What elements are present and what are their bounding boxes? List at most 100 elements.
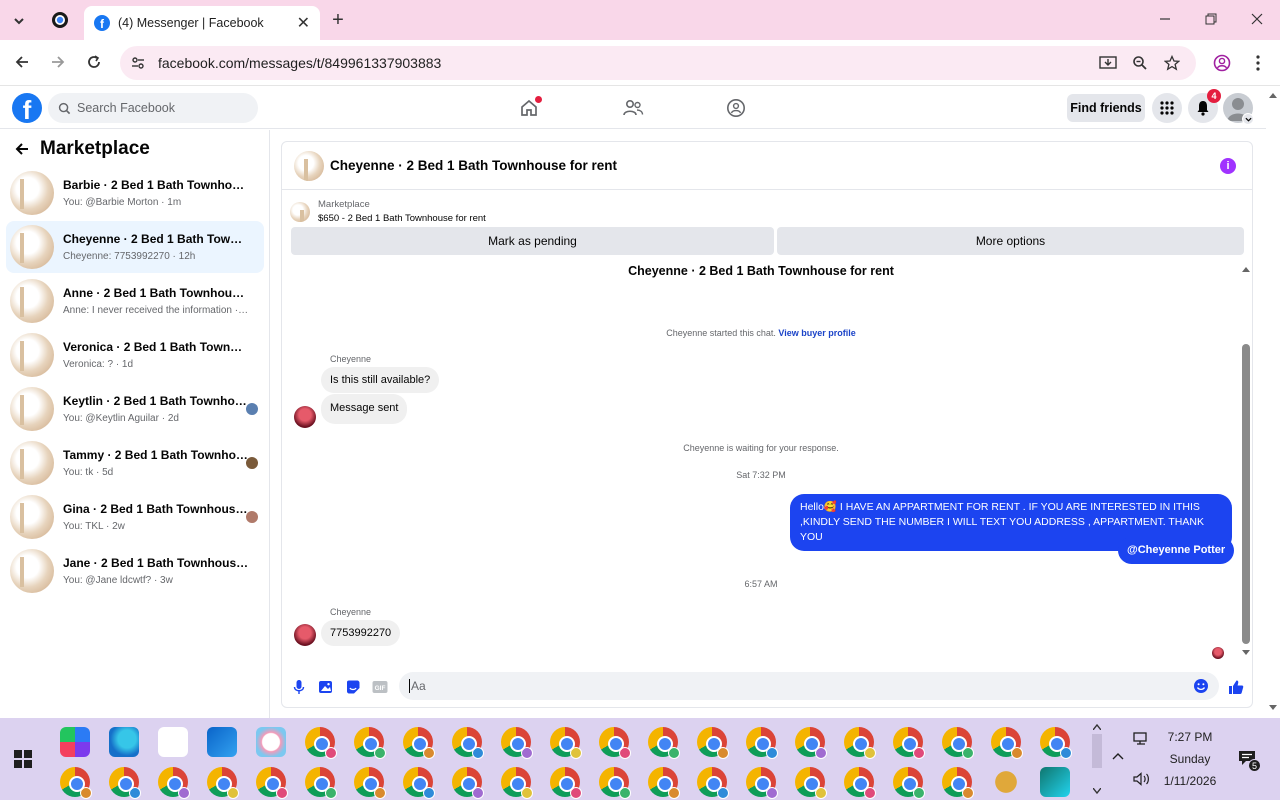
conversation-item[interactable]: Veronica · 2 Bed 1 Bath Townhouse... Vero… [6,329,264,381]
site-settings-icon[interactable] [130,55,148,71]
sticker-icon[interactable] [344,678,362,696]
gif-icon[interactable]: GIF [371,678,389,696]
back-arrow-icon[interactable] [14,141,30,157]
zoom-icon[interactable] [1130,53,1150,73]
volume-icon[interactable] [1133,772,1151,786]
forward-icon[interactable] [48,52,68,72]
minimize-icon[interactable] [1156,10,1174,28]
chrome-profile-app-icon[interactable] [991,727,1023,759]
copilot-app-icon[interactable] [60,727,90,757]
window-close-icon[interactable] [1248,10,1266,28]
chrome-profile-app-icon[interactable] [893,727,925,759]
chrome-profile-app-icon[interactable] [305,767,337,799]
friends-icon[interactable] [620,95,646,121]
outlook-app-icon[interactable] [207,727,237,757]
chat-header-name[interactable]: Cheyenne · 2 Bed 1 Bath Townhouse for re… [330,158,617,173]
chrome-profile-app-icon[interactable] [256,767,288,799]
conversation-item[interactable]: Tammy · 2 Bed 1 Bath Townhouse... You: tk… [6,437,264,489]
conversation-item[interactable]: Barbie · 2 Bed 1 Bath Townhouse f... You:… [6,167,264,219]
scroll-down-icon[interactable] [1242,650,1250,656]
network-icon[interactable] [1133,732,1149,746]
sender-avatar[interactable] [294,624,316,646]
more-options-button[interactable]: More options [777,227,1244,255]
chrome-profile-app-icon[interactable] [746,727,778,759]
chrome-profile-app-icon[interactable] [550,727,582,759]
home-icon[interactable] [516,95,542,121]
edge-app-icon[interactable] [109,727,139,757]
notification-center-icon[interactable]: 5 [1238,750,1261,772]
chrome-profile-app-icon[interactable] [1040,727,1072,759]
chrome-profile-app-icon[interactable] [795,767,827,799]
chrome-profile-app-icon[interactable] [844,727,876,759]
bookmark-star-icon[interactable] [1162,53,1182,73]
listing-summary[interactable]: Marketplace $650 - 2 Bed 1 Bath Townhous… [290,198,486,226]
chrome-profile-app-icon[interactable] [158,767,190,799]
chrome-profile-app-icon[interactable] [697,727,729,759]
close-tab-icon[interactable]: ✕ [297,13,310,33]
paint-app-icon[interactable] [256,727,286,757]
taskbar-scroll[interactable] [1089,718,1105,800]
conversation-item[interactable]: Jane · 2 Bed 1 Bath Townhouse for ... You… [6,545,264,597]
chrome-profile-app-icon[interactable] [207,767,239,799]
scroll-up-icon[interactable] [1242,266,1250,272]
page-scroll-down-icon[interactable] [1269,705,1277,711]
chrome-profile-app-icon[interactable] [354,727,386,759]
install-app-icon[interactable] [1098,53,1118,73]
browser-menu-icon[interactable] [1248,53,1268,73]
conversation-item[interactable]: Anne · 2 Bed 1 Bath Townhouse fo... Anne:… [6,275,264,327]
menu-grid-icon[interactable] [1152,93,1182,123]
stylus-app-icon[interactable] [1040,767,1070,797]
chrome-profile-app-icon[interactable] [648,767,680,799]
taskbar-scroll-up-icon[interactable] [1093,724,1101,730]
find-friends-button[interactable]: Find friends [1067,94,1145,122]
chrome-profile-app-icon[interactable] [403,767,435,799]
chrome-profile-app-icon[interactable] [599,727,631,759]
conversation-item[interactable]: Keytlin · 2 Bed 1 Bath Townhous... You: @… [6,383,264,435]
show-hidden-icons-icon[interactable] [1112,752,1124,760]
taskbar-scroll-thumb[interactable] [1092,734,1102,768]
outgoing-mention[interactable]: @Cheyenne Potter [1118,537,1235,564]
incoming-message[interactable]: Is this still available? [321,367,440,393]
tab-search-chevron-icon[interactable] [8,10,30,32]
info-icon[interactable]: i [1220,158,1236,174]
chrome-profile-app-icon[interactable] [893,767,925,799]
taskbar-scroll-down-icon[interactable] [1093,788,1101,794]
chrome-profile-app-icon[interactable] [354,767,386,799]
chrome-profile-app-icon[interactable] [599,767,631,799]
conversation-item[interactable]: Cheyenne · 2 Bed 1 Bath Townhous... Cheye… [6,221,264,273]
chat-scrollbar[interactable] [1240,266,1252,656]
chrome-profile-app-icon[interactable] [60,767,92,799]
emoji-icon[interactable] [1193,678,1209,694]
microsoft-store-icon[interactable] [158,727,188,757]
windows-start-icon[interactable] [14,750,32,768]
chrome-profile-app-icon[interactable] [109,767,141,799]
new-tab-icon[interactable]: + [328,9,348,31]
thumbs-up-icon[interactable] [1227,678,1245,696]
conversation-item[interactable]: Gina · 2 Bed 1 Bath Townhouse f... You: T… [6,491,264,543]
chrome-profile-app-icon[interactable] [942,727,974,759]
listing-thumbnail[interactable] [294,150,324,181]
back-icon[interactable] [12,52,32,72]
photo-icon[interactable] [317,678,335,696]
tab-messenger[interactable]: f (4) Messenger | Facebook ✕ [84,6,320,40]
chrome-profile-app-icon[interactable] [550,767,582,799]
address-bar[interactable]: facebook.com/messages/t/849961337903883 [120,46,1196,80]
page-scroll-up-icon[interactable] [1269,92,1277,98]
chrome-profile-app-icon[interactable] [452,767,484,799]
chrome-profile-app-icon[interactable] [795,727,827,759]
microphone-icon[interactable] [290,678,308,696]
chrome-profile-app-icon[interactable] [746,767,778,799]
taskbar-clock[interactable]: 7:27 PM Sunday 1/11/2026 [1160,726,1220,792]
chrome-profile-app-icon[interactable] [844,767,876,799]
chrome-profile-app-icon[interactable] [305,727,337,759]
chrome-profile-app-icon[interactable] [501,767,533,799]
view-buyer-profile-link[interactable]: View buyer profile [778,328,855,338]
scroll-thumb[interactable] [1242,344,1250,644]
profile-icon[interactable] [1212,53,1232,73]
restore-icon[interactable] [1202,10,1220,28]
chrome-profile-app-icon[interactable] [501,727,533,759]
hand-app-icon[interactable] [991,767,1021,797]
chrome-profile-app-icon[interactable] [403,727,435,759]
mark-pending-button[interactable]: Mark as pending [291,227,774,255]
search-input[interactable]: Search Facebook [48,93,258,123]
